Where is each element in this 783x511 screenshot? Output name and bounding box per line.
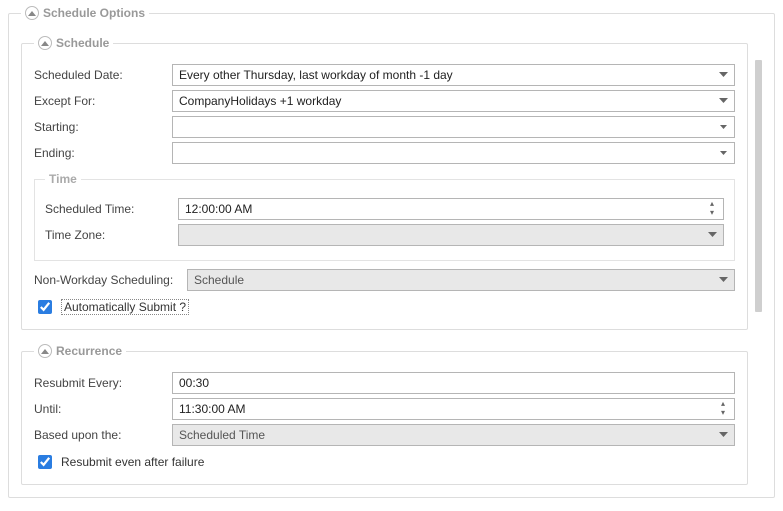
collapse-up-icon[interactable]	[38, 36, 52, 50]
app-root: Schedule Options Schedule Scheduled Date…	[0, 6, 783, 511]
recurrence-legend: Recurrence	[34, 344, 126, 358]
schedule-options-title: Schedule Options	[43, 6, 145, 20]
row-starting: Starting:	[34, 116, 735, 138]
row-ending: Ending:	[34, 142, 735, 164]
scheduled-date-value: Every other Thursday, last workday of mo…	[179, 68, 453, 82]
scheduled-date-select[interactable]: Every other Thursday, last workday of mo…	[172, 64, 735, 86]
scheduled-date-label: Scheduled Date:	[34, 68, 164, 82]
spinner-buttons[interactable]: ▴ ▾	[715, 399, 731, 419]
until-label: Until:	[34, 402, 164, 416]
auto-submit-label[interactable]: Automatically Submit ?	[61, 299, 189, 315]
time-zone-select[interactable]	[178, 224, 724, 246]
recurrence-group: Recurrence Resubmit Every: 00:30 Until: …	[21, 344, 748, 485]
chevron-down-icon	[715, 270, 731, 290]
spinner-down-icon[interactable]: ▾	[721, 409, 725, 418]
schedule-group: Schedule Scheduled Date: Every other Thu…	[21, 36, 748, 330]
scheduled-time-spinner[interactable]: 12:00:00 AM ▴ ▾	[178, 198, 724, 220]
scrollbar-thumb[interactable]	[755, 60, 762, 312]
based-upon-label: Based upon the:	[34, 428, 164, 442]
row-except-for: Except For: CompanyHolidays +1 workday	[34, 90, 735, 112]
chevron-down-icon	[715, 91, 731, 111]
schedule-options-group: Schedule Options Schedule Scheduled Date…	[8, 6, 775, 498]
scroll-area: Schedule Scheduled Date: Every other Thu…	[21, 36, 762, 475]
except-for-label: Except For:	[34, 94, 164, 108]
row-non-workday: Non-Workday Scheduling: Schedule	[34, 269, 735, 291]
based-upon-value: Scheduled Time	[179, 428, 265, 442]
row-resubmit-every: Resubmit Every: 00:30	[34, 372, 735, 394]
schedule-options-legend: Schedule Options	[21, 6, 149, 20]
dropdown-small-icon	[715, 143, 731, 163]
starting-label: Starting:	[34, 120, 164, 134]
resubmit-every-label: Resubmit Every:	[34, 376, 164, 390]
non-workday-label: Non-Workday Scheduling:	[34, 273, 179, 287]
resubmit-after-failure-label[interactable]: Resubmit even after failure	[61, 455, 204, 469]
row-based-upon: Based upon the: Scheduled Time	[34, 424, 735, 446]
row-until: Until: 11:30:00 AM ▴ ▾	[34, 398, 735, 420]
chevron-down-icon	[704, 225, 720, 245]
resubmit-every-value: 00:30	[179, 376, 209, 390]
based-upon-select[interactable]: Scheduled Time	[172, 424, 735, 446]
chevron-down-icon	[715, 65, 731, 85]
time-title: Time	[45, 172, 81, 186]
except-for-select[interactable]: CompanyHolidays +1 workday	[172, 90, 735, 112]
resubmit-after-failure-checkbox[interactable]	[38, 455, 52, 469]
row-auto-submit: Automatically Submit ?	[34, 297, 735, 317]
ending-label: Ending:	[34, 146, 164, 160]
chevron-down-icon	[715, 425, 731, 445]
auto-submit-checkbox[interactable]	[38, 300, 52, 314]
row-resubmit-after-failure: Resubmit even after failure	[34, 452, 735, 472]
resubmit-every-input[interactable]: 00:30	[172, 372, 735, 394]
time-zone-label: Time Zone:	[45, 228, 170, 242]
row-time-zone: Time Zone:	[45, 224, 724, 246]
time-group: Time Scheduled Time: 12:00:00 AM ▴ ▾	[34, 172, 735, 261]
except-for-value: CompanyHolidays +1 workday	[179, 94, 341, 108]
scroll-content: Schedule Scheduled Date: Every other Thu…	[21, 36, 762, 485]
schedule-title: Schedule	[56, 36, 109, 50]
non-workday-select[interactable]: Schedule	[187, 269, 735, 291]
until-value: 11:30:00 AM	[179, 402, 246, 416]
schedule-legend: Schedule	[34, 36, 113, 50]
dropdown-small-icon	[715, 117, 731, 137]
scheduled-time-label: Scheduled Time:	[45, 202, 170, 216]
recurrence-title: Recurrence	[56, 344, 122, 358]
collapse-up-icon[interactable]	[38, 344, 52, 358]
scheduled-time-value: 12:00:00 AM	[185, 202, 252, 216]
spinner-down-icon[interactable]: ▾	[710, 209, 714, 218]
collapse-up-icon[interactable]	[25, 6, 39, 20]
row-scheduled-date: Scheduled Date: Every other Thursday, la…	[34, 64, 735, 86]
row-scheduled-time: Scheduled Time: 12:00:00 AM ▴ ▾	[45, 198, 724, 220]
ending-input[interactable]	[172, 142, 735, 164]
spinner-buttons[interactable]: ▴ ▾	[704, 199, 720, 219]
starting-input[interactable]	[172, 116, 735, 138]
until-spinner[interactable]: 11:30:00 AM ▴ ▾	[172, 398, 735, 420]
non-workday-value: Schedule	[194, 273, 244, 287]
